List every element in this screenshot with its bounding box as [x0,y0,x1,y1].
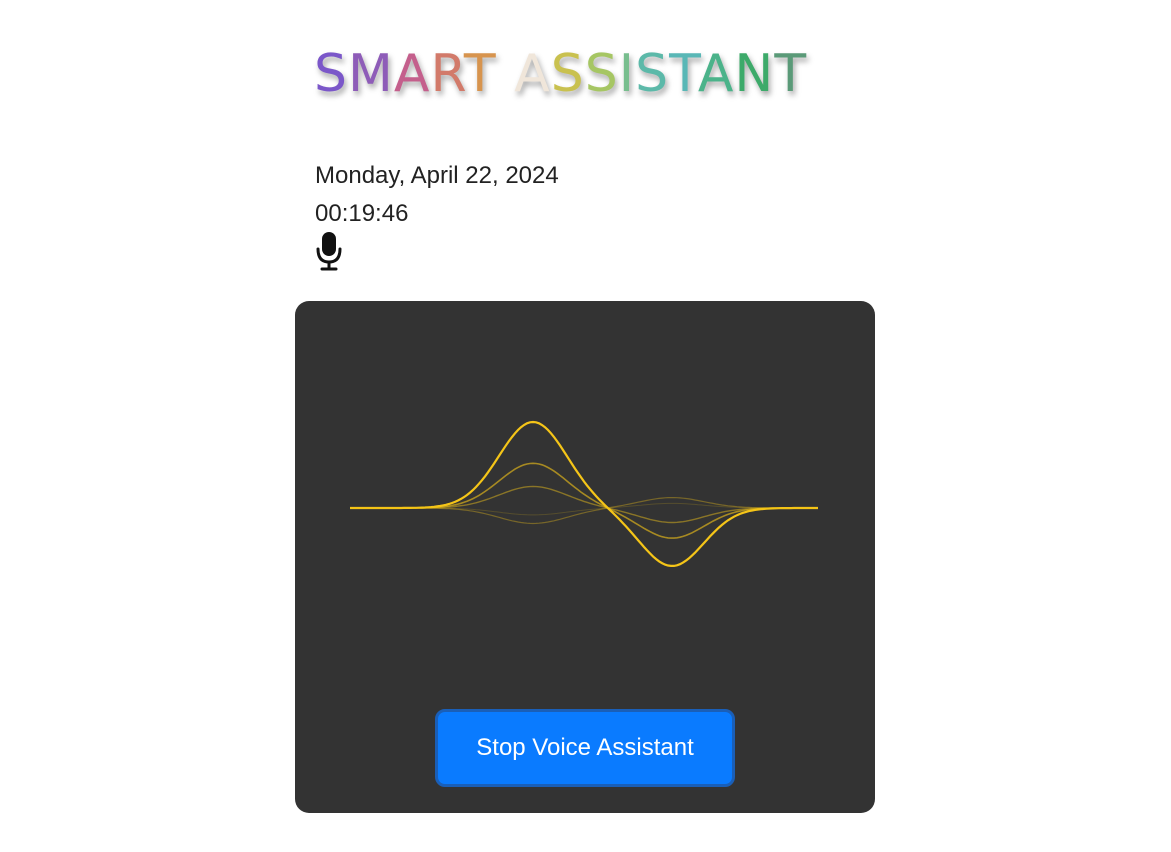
title-letter: T [774,44,808,104]
title-letter: A [514,44,551,104]
title-letter: S [584,44,619,104]
microphone-icon[interactable] [313,230,345,272]
title-letter: S [550,44,585,104]
page: SMART ASSISTANT Monday, April 22, 2024 0… [0,0,1171,852]
title-letter: N [734,44,775,104]
title-letter: M [348,44,394,104]
voice-waveform [350,420,818,567]
title-letter: S [314,44,349,104]
title-letter: A [393,44,431,104]
title-letter: I [618,44,636,104]
title-letter: T [669,44,698,104]
title-letter: R [430,44,464,104]
voice-panel: Stop Voice Assistant [295,301,875,813]
title-letter: T [463,44,497,104]
stop-voice-assistant-button[interactable]: Stop Voice Assistant [435,709,735,787]
current-time: 00:19:46 [315,200,409,227]
wave-line [350,485,818,524]
current-date: Monday, April 22, 2024 [315,162,559,189]
title-letter: A [697,44,735,104]
app-title: SMART ASSISTANT [314,42,807,106]
title-letter: S [635,44,670,104]
title-letter [497,44,515,104]
